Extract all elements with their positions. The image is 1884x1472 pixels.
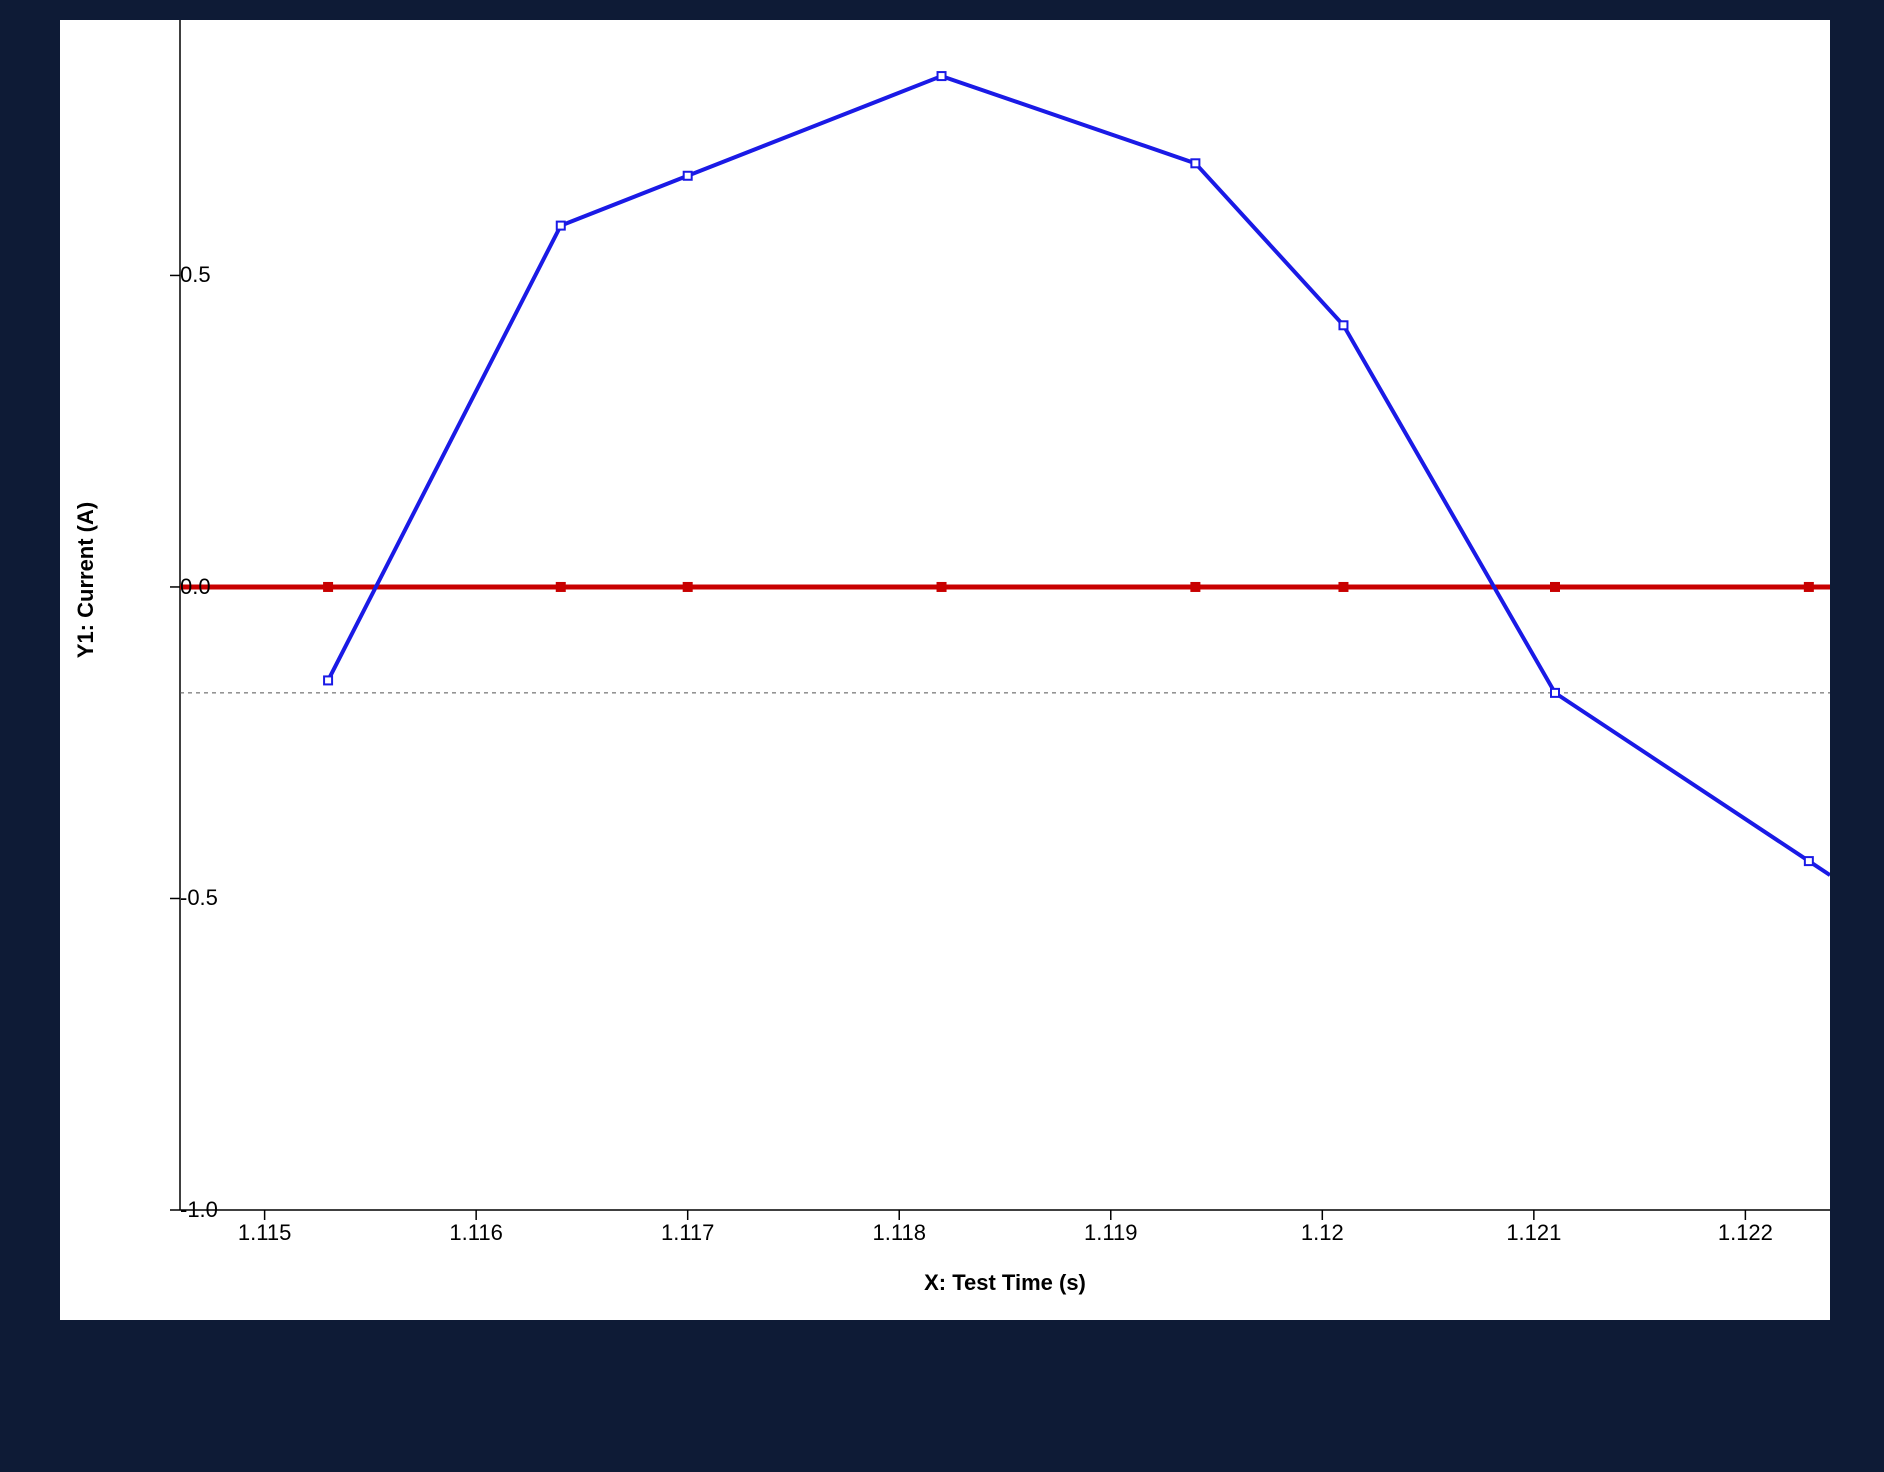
data-marker	[1339, 583, 1347, 591]
x-ticks	[265, 1210, 1746, 1220]
ref-lines	[180, 587, 1830, 693]
x-tick-label: 1.117	[661, 1220, 714, 1246]
data-marker	[1191, 159, 1199, 167]
data-marker	[938, 583, 946, 591]
x-tick-label: 1.115	[238, 1220, 291, 1246]
data-marker	[557, 222, 565, 230]
series-red	[180, 583, 1830, 591]
data-marker	[1551, 689, 1559, 697]
data-marker	[1191, 583, 1199, 591]
y-ticks	[170, 275, 180, 1210]
data-marker	[557, 583, 565, 591]
x-tick-label: 1.116	[449, 1220, 502, 1246]
data-marker	[1339, 321, 1347, 329]
series-line-blue	[328, 76, 1830, 875]
data-marker	[1805, 857, 1813, 865]
data-marker	[684, 583, 692, 591]
plot-svg[interactable]	[60, 20, 1830, 1320]
data-marker	[324, 583, 332, 591]
x-tick-label: 1.118	[873, 1220, 926, 1246]
x-tick-label: 1.121	[1506, 1220, 1561, 1246]
x-tick-label: 1.119	[1084, 1220, 1137, 1246]
x-tick-label: 1.122	[1718, 1220, 1773, 1246]
chart-panel: -1.0-0.50.00.5 1.1151.1161.1171.1181.119…	[60, 20, 1830, 1320]
data-marker	[938, 72, 946, 80]
series-blue	[324, 72, 1830, 875]
x-axis-title: X: Test Time (s)	[924, 1270, 1086, 1296]
data-marker	[684, 172, 692, 180]
x-tick-label: 1.12	[1301, 1220, 1344, 1246]
y-axis-title: Y1: Current (A)	[73, 502, 99, 658]
data-marker	[1551, 583, 1559, 591]
data-marker	[324, 676, 332, 684]
